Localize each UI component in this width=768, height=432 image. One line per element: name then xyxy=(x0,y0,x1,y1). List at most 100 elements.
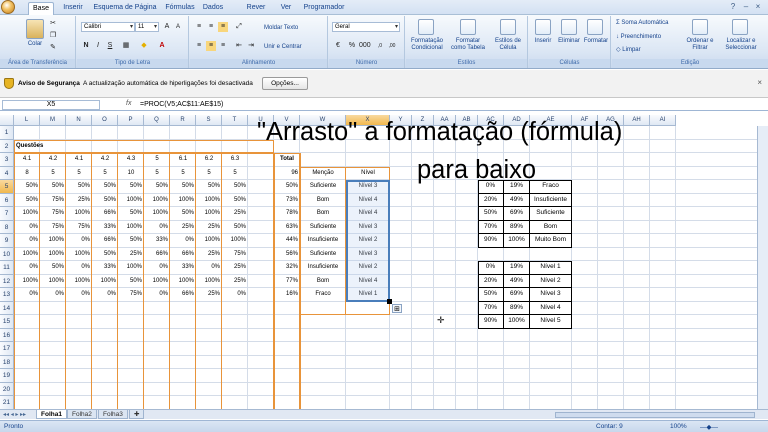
question-weight-cell[interactable]: 5 xyxy=(92,167,118,181)
question-number-cell[interactable]: 4.2 xyxy=(92,153,118,167)
score-cell[interactable]: 33% xyxy=(92,261,118,275)
tab-base[interactable]: Base xyxy=(28,2,54,15)
nivel-lookup-table-cell[interactable]: Nível 4 xyxy=(530,301,572,315)
mencao-cell[interactable]: Suficiente xyxy=(300,221,346,235)
decrease-indent-icon[interactable]: ⇤ xyxy=(234,41,244,51)
score-cell[interactable]: 25% xyxy=(170,221,196,235)
score-cell[interactable]: 100% xyxy=(196,275,222,289)
question-weight-cell[interactable]: 8 xyxy=(14,167,40,181)
score-cell[interactable]: 0% xyxy=(14,261,40,275)
mencao-lookup-table-cell[interactable]: 90% xyxy=(478,234,504,248)
score-cell[interactable]: 50% xyxy=(118,207,144,221)
sheet-tab-folha3[interactable]: Folha3 xyxy=(98,410,128,419)
sheet-tab-folha2[interactable]: Folha2 xyxy=(67,410,97,419)
score-cell[interactable]: 0% xyxy=(222,288,248,302)
score-cell[interactable]: 0% xyxy=(66,234,92,248)
score-cell[interactable]: 100% xyxy=(66,248,92,262)
score-cell[interactable]: 50% xyxy=(222,180,248,194)
score-cell[interactable]: 100% xyxy=(40,248,66,262)
row-header[interactable]: 2 xyxy=(0,139,14,153)
score-cell[interactable]: 25% xyxy=(196,248,222,262)
vertical-scrollbar[interactable] xyxy=(757,126,768,409)
total-percent-cell[interactable]: 32% xyxy=(274,261,300,275)
sort-filter-button[interactable]: Ordenar e Filtrar xyxy=(682,38,718,52)
score-cell[interactable]: 50% xyxy=(40,180,66,194)
sheet-nav-icon[interactable]: ◂◂ ◂ ▸ ▸▸ xyxy=(3,411,26,418)
nivel-lookup-table-cell[interactable]: Nível 3 xyxy=(530,288,572,302)
paste-button[interactable]: Colar xyxy=(20,41,50,48)
mencao-lookup-table-cell[interactable]: 20% xyxy=(478,193,504,207)
score-cell[interactable]: 50% xyxy=(118,275,144,289)
score-cell[interactable]: 100% xyxy=(222,234,248,248)
mencao-cell[interactable]: Bom xyxy=(300,275,346,289)
office-button-icon[interactable] xyxy=(1,0,15,14)
sort-filter-icon[interactable] xyxy=(692,19,708,35)
bold-icon[interactable]: N xyxy=(81,41,91,51)
mencao-lookup-table-cell[interactable]: Fraco xyxy=(530,180,572,194)
nivel-lookup-table-cell[interactable]: 69% xyxy=(504,288,530,302)
total-percent-cell[interactable]: 50% xyxy=(274,180,300,194)
column-header[interactable]: L xyxy=(14,115,40,126)
column-header[interactable]: P xyxy=(118,115,144,126)
autofill-options-icon[interactable]: ⊞ xyxy=(392,303,402,313)
total-percent-cell[interactable]: 63% xyxy=(274,221,300,235)
score-cell[interactable]: 33% xyxy=(92,221,118,235)
close-icon[interactable]: × xyxy=(752,2,764,12)
score-cell[interactable]: 50% xyxy=(196,180,222,194)
format-cells-icon[interactable] xyxy=(587,19,603,35)
row-header[interactable]: 10 xyxy=(0,247,14,261)
orientation-icon[interactable]: ⤢ xyxy=(234,22,244,32)
score-cell[interactable]: 0% xyxy=(196,261,222,275)
nivel-lookup-table-cell[interactable]: Nível 2 xyxy=(530,274,572,288)
mencao-lookup-table-cell[interactable]: 69% xyxy=(504,207,530,221)
score-cell[interactable]: 25% xyxy=(222,207,248,221)
question-number-cell[interactable]: 4.3 xyxy=(118,153,144,167)
score-cell[interactable]: 100% xyxy=(196,234,222,248)
fx-icon[interactable]: fx xyxy=(126,100,131,107)
questoes-label[interactable]: Questões xyxy=(14,140,92,154)
borders-icon[interactable]: ▦ xyxy=(121,41,131,51)
score-cell[interactable]: 50% xyxy=(144,180,170,194)
nivel-lookup-table-cell[interactable]: 0% xyxy=(478,261,504,275)
format-cells-button[interactable]: Formatar xyxy=(581,38,611,45)
row-header[interactable]: 18 xyxy=(0,355,14,369)
total-percent-cell[interactable]: 16% xyxy=(274,288,300,302)
score-cell[interactable]: 50% xyxy=(14,194,40,208)
score-cell[interactable]: 75% xyxy=(66,221,92,235)
score-cell[interactable]: 66% xyxy=(92,207,118,221)
column-header[interactable]: AI xyxy=(650,115,676,126)
score-cell[interactable]: 75% xyxy=(40,194,66,208)
row-header[interactable]: 14 xyxy=(0,301,14,315)
italic-icon[interactable]: I xyxy=(93,41,103,51)
mencao-lookup-table-cell[interactable]: 89% xyxy=(504,220,530,234)
cell-styles-button[interactable]: Estilos de Célula xyxy=(490,38,526,52)
insert-cells-icon[interactable] xyxy=(535,19,551,35)
conditional-format-button[interactable]: Formatação Condicional xyxy=(406,38,448,52)
autosum-button[interactable]: Σ Soma Automática xyxy=(616,20,686,27)
tab-rever[interactable]: Rever xyxy=(242,2,270,15)
score-cell[interactable]: 66% xyxy=(170,288,196,302)
column-header[interactable]: Q xyxy=(144,115,170,126)
nivel-lookup-table-cell[interactable]: 19% xyxy=(504,261,530,275)
question-number-cell[interactable]: 6.3 xyxy=(222,153,248,167)
total-percent-cell[interactable]: 78% xyxy=(274,207,300,221)
mencao-lookup-table-cell[interactable]: 49% xyxy=(504,193,530,207)
row-header[interactable]: 21 xyxy=(0,396,14,409)
row-header[interactable]: 9 xyxy=(0,234,14,248)
score-cell[interactable]: 66% xyxy=(144,248,170,262)
row-header[interactable]: 12 xyxy=(0,274,14,288)
score-cell[interactable]: 0% xyxy=(40,288,66,302)
score-cell[interactable]: 100% xyxy=(40,234,66,248)
score-cell[interactable]: 0% xyxy=(170,234,196,248)
row-header[interactable]: 16 xyxy=(0,328,14,342)
find-select-button[interactable]: Localizar e Seleccionar xyxy=(718,38,764,52)
score-cell[interactable]: 50% xyxy=(40,261,66,275)
align-top-icon[interactable]: ≡ xyxy=(194,22,204,32)
merge-center-button[interactable]: Unir e Centrar xyxy=(264,44,326,51)
nivel-lookup-table-cell[interactable]: 89% xyxy=(504,301,530,315)
question-number-cell[interactable]: 4.1 xyxy=(66,153,92,167)
font-color-icon[interactable]: A xyxy=(157,41,167,51)
score-cell[interactable]: 100% xyxy=(196,207,222,221)
mencao-cell[interactable]: Insuficiente xyxy=(300,234,346,248)
column-header[interactable]: N xyxy=(66,115,92,126)
